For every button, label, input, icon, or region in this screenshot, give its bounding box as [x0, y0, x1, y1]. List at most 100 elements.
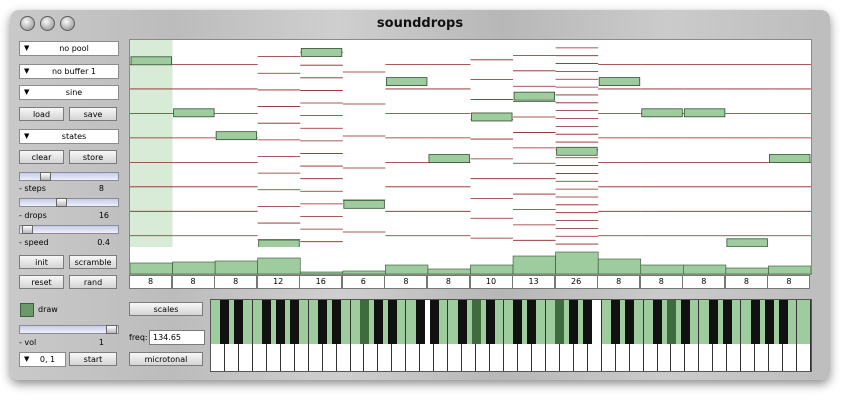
drop-marker[interactable] — [556, 146, 598, 156]
drop-marker[interactable] — [173, 108, 215, 118]
sequencer-canvas[interactable] — [130, 40, 811, 249]
divisions-box[interactable]: 8 — [384, 275, 428, 289]
black-key[interactable] — [708, 300, 718, 344]
black-key[interactable] — [234, 300, 244, 344]
buffer-menu[interactable]: ▼ no buffer 1 — [19, 64, 119, 79]
divisions-box[interactable]: 8 — [426, 275, 470, 289]
black-key[interactable] — [513, 300, 523, 344]
drop-marker[interactable] — [598, 77, 641, 86]
level-bar[interactable] — [683, 264, 727, 275]
drop-marker[interactable] — [385, 77, 428, 86]
draw-toggle[interactable] — [20, 303, 34, 317]
level-bar[interactable] — [385, 264, 429, 275]
divisions-box[interactable]: 12 — [256, 275, 300, 289]
divisions-box[interactable]: 8 — [597, 275, 641, 289]
rand-button[interactable]: rand — [69, 275, 117, 289]
black-key[interactable] — [611, 300, 621, 344]
level-bar[interactable] — [214, 260, 258, 275]
wave-menu[interactable]: ▼ sine — [19, 85, 119, 100]
level-bar[interactable] — [768, 265, 812, 275]
save-button[interactable]: save — [69, 107, 117, 121]
divisions-box[interactable]: 8 — [214, 275, 258, 289]
drop-marker[interactable] — [513, 91, 556, 101]
drop-marker[interactable] — [641, 108, 683, 118]
level-bar[interactable] — [427, 268, 471, 275]
scales-button[interactable]: scales — [129, 302, 203, 316]
load-button[interactable]: load — [19, 107, 64, 121]
level-bar[interactable] — [640, 264, 684, 275]
divisions-box[interactable]: 6 — [341, 275, 385, 289]
level-bar[interactable] — [172, 261, 216, 275]
drop-marker[interactable] — [471, 112, 513, 122]
black-key[interactable] — [666, 300, 676, 344]
drop-marker[interactable] — [428, 154, 470, 163]
drop-marker[interactable] — [343, 199, 385, 209]
drop-marker[interactable] — [683, 108, 726, 118]
black-key[interactable] — [625, 300, 635, 344]
divisions-box[interactable]: 26 — [554, 275, 598, 289]
level-bar[interactable] — [512, 255, 556, 275]
black-key[interactable] — [722, 300, 732, 344]
drop-marker[interactable] — [300, 48, 343, 57]
black-key[interactable] — [583, 300, 593, 344]
slider-thumb[interactable] — [22, 225, 33, 234]
black-key[interactable] — [332, 300, 342, 344]
slider-thumb[interactable] — [56, 198, 67, 207]
black-key[interactable] — [778, 300, 788, 344]
states-slider[interactable] — [19, 172, 119, 181]
black-key[interactable] — [764, 300, 774, 344]
level-bar[interactable] — [597, 258, 642, 275]
black-key[interactable] — [471, 300, 481, 344]
drop-marker[interactable] — [769, 154, 811, 163]
black-key[interactable] — [750, 300, 760, 344]
divisions-box[interactable]: 8 — [724, 275, 768, 289]
vol-slider[interactable] — [19, 325, 119, 334]
reset-button[interactable]: reset — [19, 275, 64, 289]
states-menu[interactable]: ▼ states — [19, 129, 119, 144]
black-key[interactable] — [555, 300, 565, 344]
drop-sequencer[interactable] — [129, 39, 812, 249]
white-key[interactable] — [797, 300, 811, 371]
drop-marker[interactable] — [215, 131, 258, 141]
black-key[interactable] — [457, 300, 467, 344]
black-key[interactable] — [527, 300, 537, 344]
divisions-box[interactable]: 8 — [129, 275, 172, 289]
level-bar[interactable] — [725, 267, 769, 275]
level-bar[interactable] — [257, 257, 301, 275]
clear-button[interactable]: clear — [19, 150, 64, 164]
divisions-box[interactable]: 16 — [299, 275, 343, 289]
black-key[interactable] — [276, 300, 286, 344]
piano-keyboard[interactable] — [210, 299, 812, 372]
black-key[interactable] — [569, 300, 579, 344]
drops-slider[interactable] — [19, 225, 119, 234]
drop-marker[interactable] — [130, 56, 172, 66]
black-key[interactable] — [415, 300, 425, 344]
pool-menu[interactable]: ▼ no pool — [19, 41, 119, 56]
divisions-box[interactable]: 10 — [469, 275, 513, 289]
freq-field[interactable]: 134.65 — [149, 330, 205, 345]
level-bar[interactable] — [129, 262, 173, 275]
black-key[interactable] — [262, 300, 272, 344]
level-bar[interactable] — [342, 270, 386, 275]
black-key[interactable] — [373, 300, 383, 344]
drop-marker[interactable] — [726, 238, 768, 248]
divisions-box[interactable]: 13 — [512, 275, 556, 289]
black-key[interactable] — [429, 300, 439, 344]
level-bars-canvas[interactable] — [129, 247, 812, 275]
level-bar[interactable] — [555, 251, 599, 275]
position-menu[interactable]: ▼ 0, 1 — [19, 352, 66, 367]
steps-slider[interactable] — [19, 198, 119, 207]
init-button[interactable]: init — [19, 255, 64, 269]
level-bar[interactable] — [299, 271, 344, 275]
black-key[interactable] — [220, 300, 230, 344]
level-bar[interactable] — [470, 264, 514, 275]
divisions-box[interactable]: 8 — [682, 275, 726, 289]
microtonal-button[interactable]: microtonal — [129, 352, 203, 366]
scramble-button[interactable]: scramble — [69, 255, 117, 269]
divisions-box[interactable]: 8 — [767, 275, 811, 289]
black-key[interactable] — [318, 300, 328, 344]
black-key[interactable] — [359, 300, 369, 344]
store-button[interactable]: store — [69, 150, 117, 164]
start-button[interactable]: start — [69, 352, 117, 366]
black-key[interactable] — [653, 300, 662, 344]
